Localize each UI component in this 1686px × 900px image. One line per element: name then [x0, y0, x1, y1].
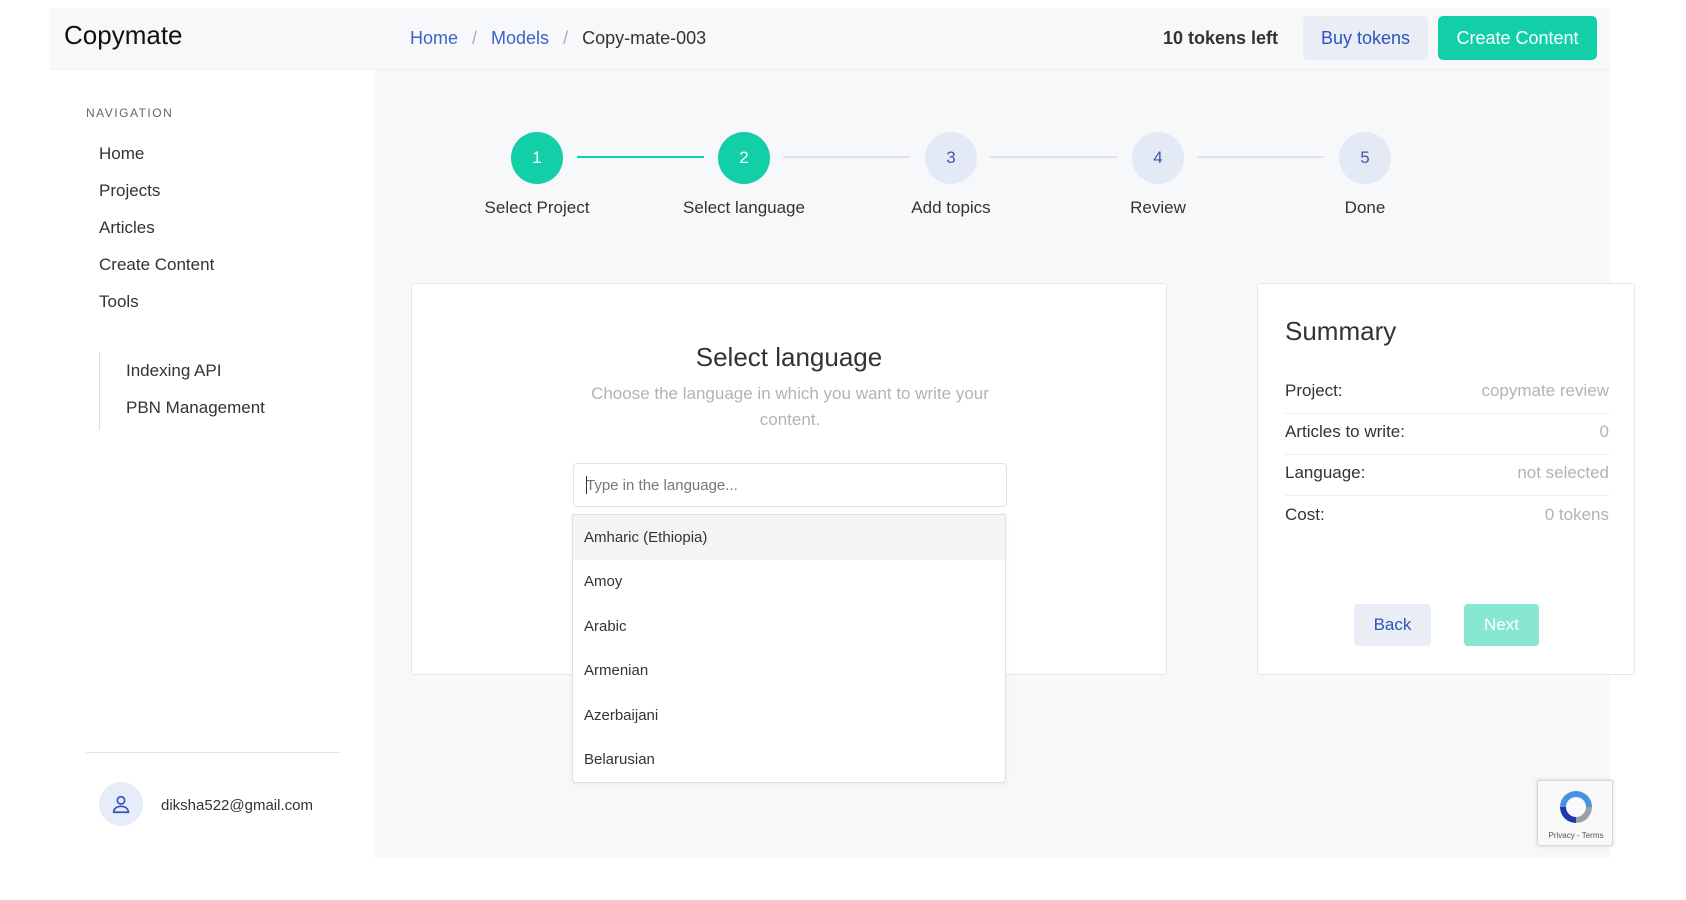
summary-row-project: Project: copymate review — [1285, 369, 1609, 414]
language-search-input[interactable] — [573, 463, 1007, 507]
text-caret — [586, 476, 587, 494]
tools-subnav: Indexing API PBN Management — [99, 352, 299, 430]
sidebar-item-articles[interactable]: Articles — [99, 218, 155, 238]
sidebar: NAVIGATION Home Projects Articles Create… — [50, 70, 375, 858]
select-language-subtitle: Choose the language in which you want to… — [591, 384, 989, 429]
top-header: Copymate Home / Models / Copy-mate-003 1… — [50, 8, 1610, 70]
step-4-circle: 4 — [1132, 132, 1184, 184]
summary-key: Language: — [1285, 463, 1366, 482]
recaptcha-links[interactable]: Privacy - Terms — [1538, 831, 1614, 840]
sidebar-item-create-content[interactable]: Create Content — [99, 255, 214, 275]
step-connector-2 — [783, 156, 910, 158]
user-email: diksha522@gmail.com — [161, 797, 313, 814]
summary-value: 0 tokens — [1544, 504, 1609, 524]
step-2-label: Select language — [683, 198, 805, 217]
step-connector-1 — [577, 156, 704, 158]
sidebar-divider — [86, 752, 340, 753]
summary-card: Summary Project: copymate review Article… — [1257, 283, 1635, 675]
breadcrumb: Home / Models / Copy-mate-003 — [410, 28, 706, 49]
sidebar-item-projects[interactable]: Projects — [99, 181, 160, 201]
summary-value: copymate review — [1481, 381, 1609, 400]
step-connector-3 — [990, 156, 1117, 158]
main-content: 1 2 3 4 5 Select Project Select language… — [375, 70, 1635, 858]
select-language-title: Select language — [695, 342, 883, 372]
language-option[interactable]: Armenian — [573, 649, 1005, 694]
breadcrumb-current: Copy-mate-003 — [582, 28, 707, 48]
step-2-circle[interactable]: 2 — [718, 132, 770, 184]
summary-key: Cost: — [1285, 504, 1325, 524]
step-3-label: Add topics — [911, 198, 991, 217]
step-1-circle[interactable]: 1 — [511, 132, 563, 184]
summary-value: not selected — [1517, 463, 1609, 482]
create-content-button[interactable]: Create Content — [1438, 16, 1597, 60]
summary-key: Articles to write: — [1285, 422, 1405, 441]
summary-row-articles: Articles to write: 0 — [1285, 410, 1609, 455]
step-4-label: Review — [1130, 198, 1186, 217]
next-button[interactable]: Next — [1464, 604, 1539, 646]
breadcrumb-models-link[interactable]: Models — [491, 28, 549, 49]
tokens-left-label: 10 tokens left — [1163, 28, 1279, 48]
sidebar-item-home[interactable]: Home — [99, 144, 144, 164]
step-1-label: Select Project — [484, 198, 590, 217]
step-3-circle: 3 — [925, 132, 977, 184]
language-dropdown: Amharic (Ethiopia) Amoy Arabic Armenian … — [572, 514, 1006, 783]
step-connector-4 — [1197, 156, 1324, 158]
language-option[interactable]: Amoy — [573, 560, 1005, 605]
language-option[interactable]: Belarusian — [573, 738, 1005, 783]
breadcrumb-separator: / — [472, 28, 478, 48]
app-logo[interactable]: Copymate — [64, 20, 183, 51]
sidebar-item-pbn-management[interactable]: PBN Management — [126, 398, 265, 418]
summary-row-language: Language: not selected — [1285, 451, 1609, 496]
language-option[interactable]: Arabic — [573, 604, 1005, 649]
user-icon — [112, 795, 130, 814]
app-window: Copymate Home / Models / Copy-mate-003 1… — [50, 8, 1635, 858]
summary-key: Project: — [1285, 381, 1343, 400]
buy-tokens-button[interactable]: Buy tokens — [1303, 16, 1428, 60]
back-button[interactable]: Back — [1354, 604, 1431, 646]
breadcrumb-home-link[interactable]: Home — [410, 28, 458, 49]
sidebar-item-indexing-api[interactable]: Indexing API — [126, 361, 221, 381]
language-option[interactable]: Azerbaijani — [573, 693, 1005, 738]
recaptcha-badge[interactable]: Privacy - Terms — [1537, 780, 1613, 846]
breadcrumb-separator: / — [563, 28, 569, 48]
step-5-label: Done — [1344, 198, 1386, 217]
user-avatar[interactable] — [99, 782, 143, 826]
language-option[interactable]: Amharic (Ethiopia) — [573, 515, 1005, 560]
sidebar-item-tools[interactable]: Tools — [99, 292, 139, 312]
summary-title: Summary — [1285, 316, 1397, 346]
navigation-heading: NAVIGATION — [86, 106, 174, 120]
step-5-circle: 5 — [1339, 132, 1391, 184]
recaptcha-icon — [1560, 791, 1592, 823]
summary-value: 0 — [1599, 422, 1609, 441]
summary-row-cost: Cost: 0 tokens — [1285, 492, 1609, 537]
